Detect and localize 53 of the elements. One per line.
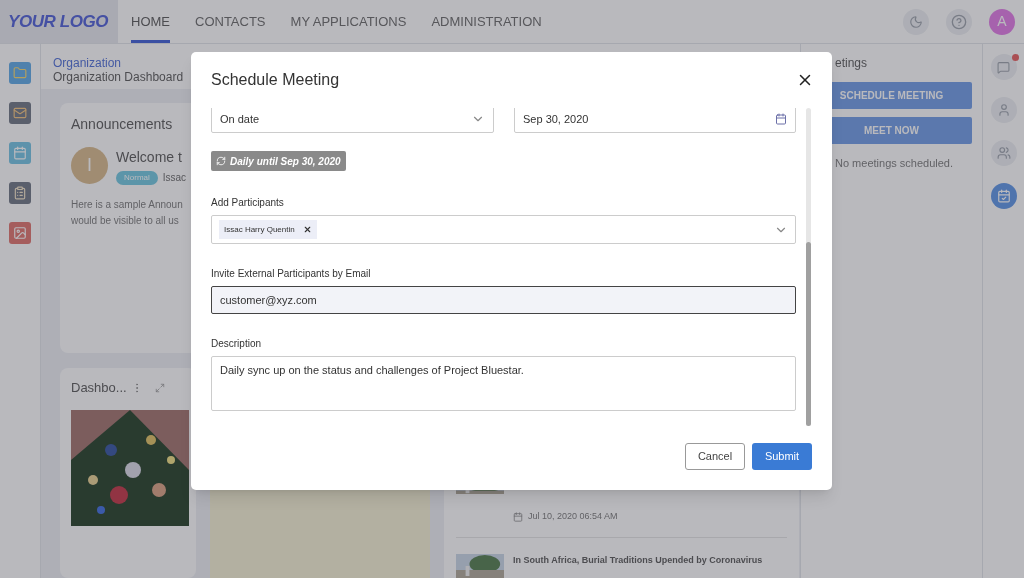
field-label: Invite External Participants by Email (211, 267, 372, 281)
help-button[interactable] (946, 8, 972, 35)
page-title: Organization Dashboard (53, 70, 184, 84)
announcement-text: would be visible to all us (71, 214, 179, 228)
nav-tab[interactable]: CONTACTS (195, 0, 266, 43)
recurrence-chip: Daily until Sep 30, 2020 (211, 151, 346, 171)
meetings-button[interactable] (990, 183, 1017, 209)
calendar-icon[interactable] (775, 113, 787, 125)
repeat-select[interactable]: On date (211, 108, 494, 133)
end-date-field[interactable]: Sep 30, 2020 (514, 108, 796, 133)
repeat-icon (216, 156, 226, 166)
priority-badge: Normal (116, 170, 158, 185)
dark-mode-button[interactable] (903, 8, 929, 35)
submit-button[interactable]: Submit (752, 443, 812, 470)
author-avatar: I (71, 147, 108, 184)
moon-icon (909, 14, 923, 29)
dialog-title: Schedule Meeting (211, 70, 340, 90)
news-title[interactable]: In South Africa, Burial Traditions Upended by Coronavirus (513, 553, 763, 578)
nav-tab[interactable]: ADMINISTRATION (431, 0, 542, 43)
user-avatar[interactable]: A (989, 8, 1015, 35)
chat-button[interactable] (990, 54, 1017, 80)
participant-name: Issac Harry Quentin (224, 223, 295, 236)
calendar-check-icon (996, 189, 1011, 203)
clipboard-icon[interactable] (9, 182, 31, 204)
field-label: Description (211, 337, 263, 351)
card-title: Dashbo... (71, 379, 127, 397)
nav-tab[interactable]: MY APPLICATIONS (290, 0, 407, 43)
participants-select[interactable]: Issac Harry Quentin (211, 215, 796, 244)
author-name: Issac (162, 171, 187, 185)
person-icon (996, 103, 1011, 117)
cancel-button[interactable]: Cancel (685, 443, 745, 470)
folder-icon[interactable] (9, 62, 31, 84)
email-field[interactable]: customer@xyz.com (211, 286, 796, 314)
photos-icon[interactable] (9, 222, 31, 244)
scrollbar[interactable] (806, 108, 811, 426)
field-label: Add Participants (211, 196, 285, 210)
calendar-icon (513, 511, 523, 522)
expand-icon[interactable] (154, 382, 165, 393)
help-icon (951, 13, 967, 30)
announcement-heading: Welcome t (116, 148, 183, 167)
chat-icon (997, 60, 1010, 74)
card-title: Announcements (71, 115, 173, 134)
announcement-text: Here is a sample Announ (71, 198, 183, 212)
empty-message: No meetings scheduled. (835, 156, 953, 171)
groups-button[interactable] (990, 140, 1017, 166)
panel-title: etings (835, 55, 868, 72)
description-field[interactable]: Daily sync up on the status and challenges of Project Bluestar. (211, 356, 796, 411)
envelope-icon[interactable] (9, 102, 31, 124)
contacts-button[interactable] (990, 97, 1017, 123)
people-icon (996, 146, 1011, 160)
news-date: Jul 10, 2020 06:54 AM (528, 510, 618, 523)
remove-icon[interactable] (302, 225, 312, 234)
breadcrumb-link[interactable]: Organization (53, 56, 122, 70)
